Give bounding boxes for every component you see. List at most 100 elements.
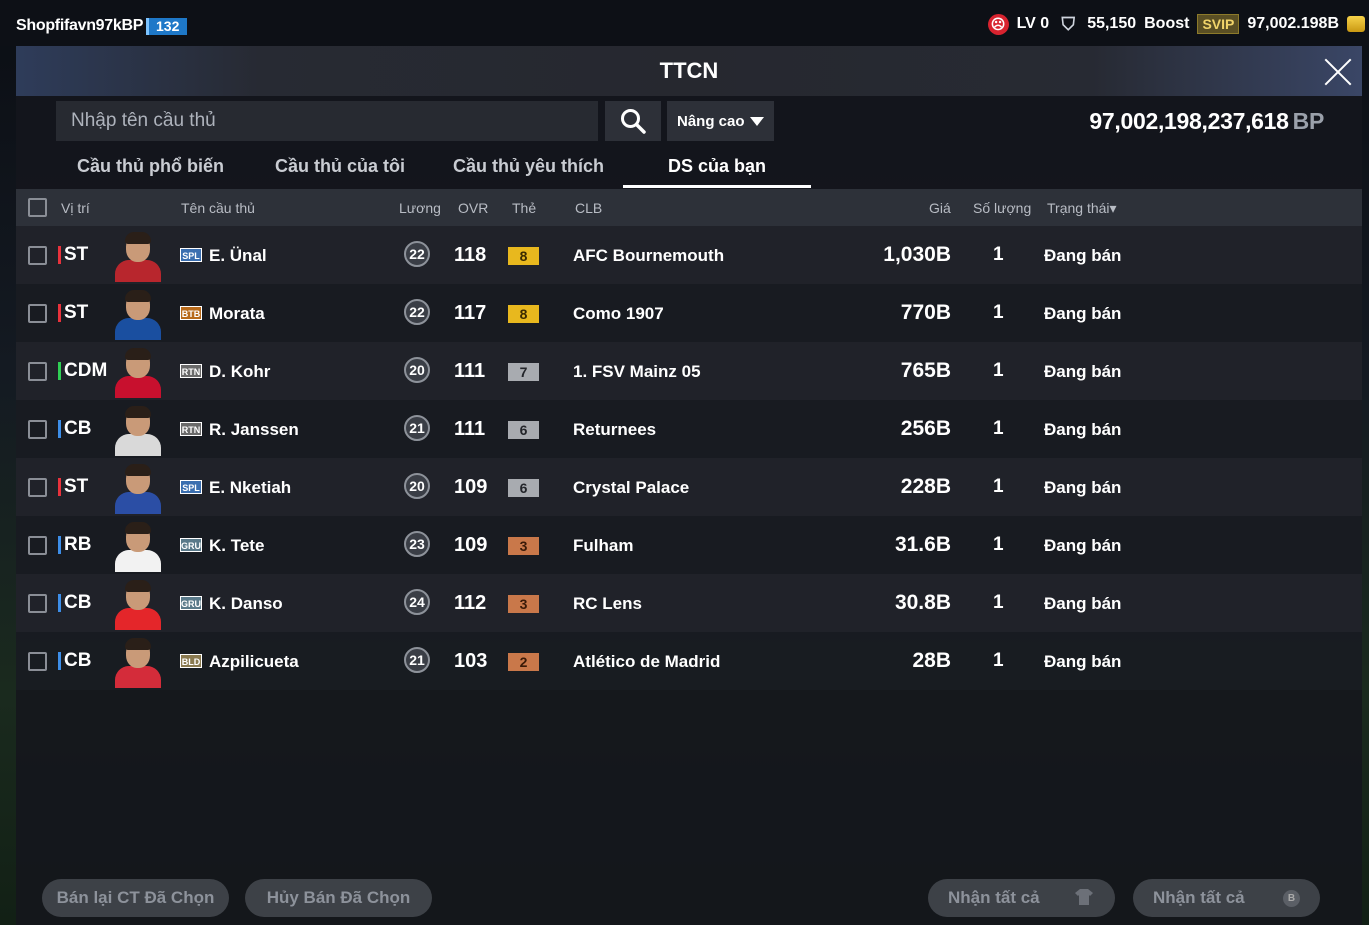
player-name[interactable]: K. Tete [209,536,264,556]
header-player-name[interactable]: Tên cầu thủ [181,200,255,216]
ovr-value: 112 [454,592,487,614]
season-badge: SPL [180,480,202,494]
card-grade-badge: 8 [508,247,539,265]
level-badge: 132 [146,18,188,35]
transfer-market-panel: TTCN Nâng cao 97,002,198,237,618BP Cầu t… [16,46,1362,925]
bp-coin-icon: B [1283,890,1300,907]
header-status[interactable]: Trạng thái▾ [1047,200,1117,217]
season-badge: RTN [180,364,202,378]
price-value: 256B [900,417,951,440]
table-row[interactable]: CB BLD Azpilicueta 21 103 2 Atlético de Madrid… [16,632,1362,690]
player-position: ST [58,244,88,266]
close-button[interactable] [1318,52,1358,92]
player-name[interactable]: Morata [209,304,265,324]
bp-unit: BP [1292,108,1325,134]
player-search-input[interactable] [56,101,598,141]
tab-my-players[interactable]: Cầu thủ của tôi [246,144,434,188]
player-name[interactable]: Azpilicueta [209,652,299,672]
card-grade-badge: 8 [508,305,539,323]
player-name[interactable]: E. Nketiah [209,478,291,498]
club-name: Como 1907 [573,304,664,323]
window-title: TTCN [659,58,719,83]
player-name[interactable]: D. Kohr [209,362,270,382]
season-badge: RTN [180,422,202,436]
card-grade-badge: 3 [508,537,539,555]
salary-badge: 20 [404,357,430,383]
resell-selected-button[interactable]: Bán lại CT Đã Chọn [42,879,229,917]
club-name: Fulham [573,536,634,555]
quantity-value: 1 [993,418,1004,439]
club-name: AFC Bournemouth [573,246,725,265]
salary-badge: 20 [404,473,430,499]
table-row[interactable]: CDM RTN D. Kohr 20 111 7 1. FSV Mainz 05 765B 1 Đ… [16,342,1362,400]
shield-icon: ⛉ [1061,13,1075,34]
club-name: RC Lens [573,594,642,613]
table-row[interactable]: CB GRU K. Danso 24 112 3 RC Lens 30.8B 1 Đang bán [16,574,1362,632]
table-row[interactable]: ST SPL E. Nketiah 20 109 6 Crystal Palace 228B 1… [16,458,1362,516]
row-checkbox[interactable] [28,420,47,439]
row-checkbox[interactable] [28,594,47,613]
player-avatar [112,578,164,630]
row-checkbox[interactable] [28,536,47,555]
header-card[interactable]: Thẻ [512,200,536,216]
table-row[interactable]: ST SPL E. Ünal 22 118 8 AFC Bournemouth 1,030B 1… [16,226,1362,284]
player-name[interactable]: R. Janssen [209,420,299,440]
select-all-checkbox[interactable] [28,198,47,217]
search-button[interactable] [605,101,661,141]
player-name[interactable]: E. Ünal [209,246,267,266]
quantity-value: 1 [993,650,1004,671]
tab-favorite-players[interactable]: Cầu thủ yêu thích [436,144,621,188]
header-salary[interactable]: Lương [399,200,441,216]
row-checkbox[interactable] [28,478,47,497]
tab-popular-players[interactable]: Cầu thủ phổ biến [58,144,243,188]
ovr-value: 117 [454,302,487,324]
quantity-value: 1 [993,360,1004,381]
status-text: Đang bán [1044,420,1122,439]
ovr-value: 111 [454,360,486,382]
row-checkbox[interactable] [28,362,47,381]
header-quantity[interactable]: Số lượng [973,200,1031,216]
club-name: Crystal Palace [573,478,690,497]
salary-badge: 21 [404,415,430,441]
season-badge: GRU [180,538,202,552]
card-grade-badge: 6 [508,421,539,439]
card-grade-badge: 3 [508,595,539,613]
lv-label: LV 0 [1016,15,1050,32]
claim-all-label: Nhận tất cả [948,888,1040,907]
card-grade-badge: 2 [508,653,539,671]
quantity-value: 1 [993,476,1004,497]
player-position: ST [58,476,88,498]
player-name[interactable]: K. Danso [209,594,283,614]
header-club[interactable]: CLB [575,200,602,216]
table-row[interactable]: RB GRU K. Tete 23 109 3 Fulham 31.6B 1 Đang bán [16,516,1362,574]
row-checkbox[interactable] [28,652,47,671]
row-checkbox[interactable] [28,304,47,323]
table-row[interactable]: ST BTB Morata 22 117 8 Como 1907 770B 1 Đang bán [16,284,1362,342]
cancel-sale-selected-button[interactable]: Hủy Bán Đã Chọn [245,879,432,917]
player-avatar [112,404,164,456]
status-text: Đang bán [1044,594,1122,613]
header-price[interactable]: Giá [929,200,951,216]
top-right-status: ☹ LV 0 ⛉ 55,150 Boost SVIP 97,002.198B [987,13,1365,35]
claim-all-players-button[interactable]: Nhận tất cả [928,879,1115,917]
table-header: Vị trí Tên cầu thủ Lương OVR Thẻ CLB Giá… [16,189,1362,226]
header-ovr[interactable]: OVR [458,200,488,216]
claim-all-label-2: Nhận tất cả [1153,888,1245,907]
claim-all-bp-button[interactable]: Nhận tất cả B [1133,879,1320,917]
price-value: 1,030B [883,243,951,266]
card-grade-badge: 6 [508,479,539,497]
advanced-search-dropdown[interactable]: Nâng cao [667,101,774,141]
table-row[interactable]: CB RTN R. Janssen 21 111 6 Returnees 256B 1 Đang … [16,400,1362,458]
tab-your-listings[interactable]: DS của bạn [623,144,811,188]
quantity-value: 1 [993,592,1004,613]
coin-icon [1347,16,1365,32]
price-value: 765B [900,359,951,382]
header-position[interactable]: Vị trí [61,200,90,216]
player-avatar [112,636,164,688]
row-checkbox[interactable] [28,246,47,265]
player-avatar [112,520,164,572]
balance-value: 97,002.198B [1247,15,1339,32]
quantity-value: 1 [993,534,1004,555]
season-badge: BTB [180,306,202,320]
club-name: Atlético de Madrid [573,652,721,671]
